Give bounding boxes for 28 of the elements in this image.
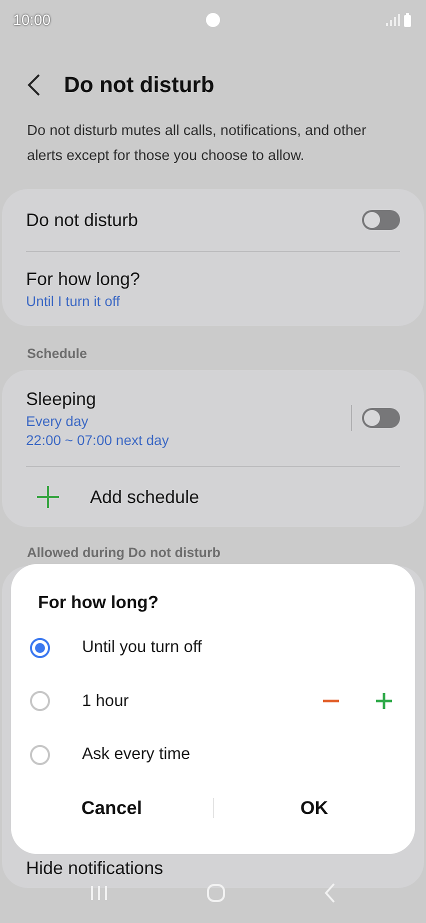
radio-button[interactable] — [30, 744, 50, 765]
schedule-days: Every day — [26, 412, 169, 428]
toggle-switch[interactable] — [362, 210, 400, 230]
dialog-title: For how long? — [38, 592, 160, 613]
toggle-switch[interactable] — [362, 408, 400, 428]
plus-icon[interactable] — [36, 485, 60, 509]
description-text: Do not disturb mutes all calls, notifications, and other alerts except for those you choose to allow. — [26, 122, 368, 166]
option-label[interactable]: Until you turn off — [82, 638, 393, 658]
cancel-button[interactable]: Cancel — [11, 788, 212, 828]
section-header: Allowed during Do not disturb — [27, 545, 222, 560]
status-time: 10:00 — [13, 12, 51, 28]
schedule-time: 22:00 ~ 07:00 next day — [26, 432, 169, 448]
radio-button[interactable] — [30, 638, 50, 658]
section-header: Schedule — [27, 346, 88, 361]
setting-title: Do not disturb — [26, 210, 138, 230]
setting-value: Until I turn it off — [26, 293, 121, 309]
plus-icon[interactable] — [375, 692, 393, 710]
setting-title: For how long? — [26, 269, 140, 290]
signal-battery-icon — [386, 13, 412, 27]
option-label[interactable]: Ask every time — [82, 745, 393, 764]
radio-button[interactable] — [30, 691, 50, 712]
camera-icon — [206, 13, 220, 27]
ok-button[interactable]: OK — [214, 788, 415, 828]
schedule-name: Sleeping — [26, 388, 98, 410]
setting-title: Hide notifications — [26, 858, 164, 878]
add-schedule-label[interactable]: Add schedule — [90, 486, 200, 508]
option-label[interactable]: 1 hour — [82, 692, 322, 711]
page-title: Do not disturb — [64, 72, 214, 98]
